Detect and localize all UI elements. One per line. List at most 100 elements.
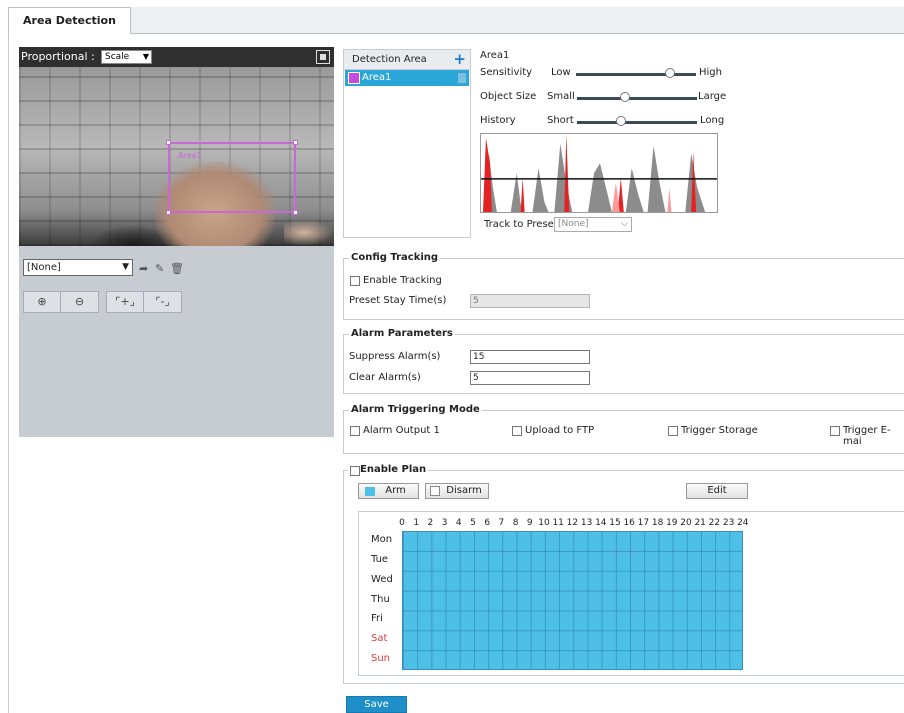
day-label: Thu bbox=[371, 593, 390, 605]
resize-handle[interactable] bbox=[293, 140, 298, 145]
hour-label: 2 bbox=[427, 518, 434, 528]
list-item[interactable]: Area1 bbox=[345, 70, 469, 86]
hour-label: 12 bbox=[566, 518, 579, 528]
area-color-swatch bbox=[348, 72, 360, 84]
hour-label: 18 bbox=[651, 518, 664, 528]
slider-high-label: Long bbox=[700, 115, 725, 126]
clear-alarm-label: Clear Alarm(s) bbox=[349, 372, 421, 383]
tab-area-detection[interactable]: Area Detection bbox=[8, 7, 131, 35]
clear-alarm-input[interactable]: 5 bbox=[470, 371, 590, 385]
hour-label: 17 bbox=[637, 518, 650, 528]
day-label: Wed bbox=[371, 573, 393, 585]
trigger-storage-checkbox[interactable] bbox=[668, 426, 678, 436]
hour-label: 15 bbox=[609, 518, 621, 528]
sensitivity-slider-row: Sensitivity Low High bbox=[480, 67, 740, 81]
day-label: Sat bbox=[371, 633, 388, 645]
arm-button[interactable]: Arm bbox=[358, 483, 419, 499]
hour-label: 3 bbox=[441, 518, 448, 528]
hour-label: 22 bbox=[708, 518, 721, 528]
day-label: Mon bbox=[371, 534, 393, 545]
trigger-email-checkbox[interactable] bbox=[830, 426, 840, 436]
goto-preset-icon[interactable]: ➦ bbox=[139, 262, 148, 275]
history-slider-knob[interactable] bbox=[616, 116, 627, 126]
preset-select[interactable]: [None] ▼ bbox=[23, 259, 133, 276]
scale-select[interactable]: Scale ▼ bbox=[101, 50, 152, 64]
hour-label: 14 bbox=[595, 518, 607, 528]
zoom-in-icon[interactable]: ⊕ bbox=[24, 292, 61, 312]
ptz-control-panel: [None] ▼ ➦ ✎ 🗑 ⊕ ⊖ ⌜+⌟ ⌜-⌟ bbox=[19, 246, 334, 437]
resize-handle[interactable] bbox=[166, 140, 171, 145]
slider-label: Object Size bbox=[480, 91, 537, 102]
slider-low-label: Small bbox=[547, 91, 575, 102]
zoom-group: ⊕ ⊖ bbox=[23, 291, 99, 313]
object-size-slider[interactable] bbox=[577, 97, 697, 100]
config-tracking-section: Config Tracking Enable Tracking Preset S… bbox=[343, 252, 904, 320]
schedule-grid-panel: 0 1 2 3 4 5 6 7 8 9 10 11 12 13 14 15 16 17 18 19 20 21 22 23 24… bbox=[358, 511, 904, 676]
hour-label: 4 bbox=[455, 518, 462, 528]
object-size-slider-knob[interactable] bbox=[620, 92, 630, 102]
disarm-button[interactable]: Disarm bbox=[425, 483, 489, 499]
slider-high-label: High bbox=[699, 67, 722, 78]
resize-handle[interactable] bbox=[293, 210, 298, 215]
hour-label: 20 bbox=[680, 518, 692, 528]
area-item-label: Area1 bbox=[362, 72, 392, 83]
proportional-label: Proportional : bbox=[21, 50, 95, 63]
area-settings: Area1 Sensitivity Low High Object Size S… bbox=[476, 49, 904, 238]
suppress-alarm-input[interactable]: 15 bbox=[470, 350, 590, 364]
chevron-down-icon: ⌵ bbox=[621, 219, 628, 229]
alarm-parameters-title: Alarm Parameters bbox=[349, 328, 455, 339]
track-to-preset-select[interactable]: [None] ⌵ bbox=[554, 217, 632, 232]
hour-label: 6 bbox=[484, 518, 491, 528]
hour-label: 7 bbox=[498, 518, 505, 528]
disarm-swatch bbox=[430, 486, 440, 496]
alarm-triggering-title: Alarm Triggering Mode bbox=[349, 404, 482, 415]
upload-ftp-checkbox[interactable] bbox=[512, 426, 522, 436]
add-area-icon[interactable]: + bbox=[453, 49, 466, 69]
track-to-preset-value: [None] bbox=[558, 219, 589, 229]
preset-select-value: [None] bbox=[27, 262, 61, 273]
image-hand-2 bbox=[284, 219, 334, 246]
delete-preset-icon[interactable]: 🗑 bbox=[170, 262, 184, 275]
suppress-alarm-label: Suppress Alarm(s) bbox=[349, 351, 441, 362]
preset-stay-time-input[interactable]: 5 bbox=[470, 294, 590, 308]
object-size-slider-row: Object Size Small Large bbox=[480, 91, 740, 105]
upload-ftp-label: Upload to FTP bbox=[525, 425, 595, 436]
enable-tracking-checkbox[interactable] bbox=[350, 276, 360, 286]
hour-label: 10 bbox=[538, 518, 550, 528]
resize-handle[interactable] bbox=[166, 210, 171, 215]
delete-area-icon[interactable] bbox=[458, 73, 466, 83]
detection-area-label: Area1 bbox=[178, 151, 202, 160]
trigger-email-label: Trigger E-mai bbox=[843, 425, 891, 447]
hour-label: 0 bbox=[399, 518, 405, 528]
scale-select-value: Scale bbox=[105, 52, 130, 62]
hour-label: 16 bbox=[623, 518, 635, 528]
save-button[interactable]: Save bbox=[346, 696, 407, 713]
sensitivity-slider-knob[interactable] bbox=[664, 68, 675, 78]
tab-bar: Area Detection bbox=[8, 7, 904, 35]
arm-label: Arm bbox=[385, 485, 406, 496]
history-slider[interactable] bbox=[577, 121, 697, 124]
slider-low-label: Low bbox=[551, 67, 571, 78]
focus-group: ⌜+⌟ ⌜-⌟ bbox=[106, 291, 182, 313]
hour-label: 9 bbox=[526, 518, 533, 528]
alarm-triggering-section: Alarm Triggering Mode Alarm Output 1 Upl… bbox=[343, 404, 904, 454]
hour-label: 19 bbox=[666, 518, 678, 528]
arm-swatch bbox=[365, 487, 375, 496]
enable-plan-checkbox[interactable] bbox=[350, 466, 360, 476]
alarm-output-label: Alarm Output 1 bbox=[363, 425, 440, 436]
alarm-parameters-section: Alarm Parameters Suppress Alarm(s) 15 Cl… bbox=[343, 328, 904, 394]
edit-schedule-button[interactable]: Edit bbox=[686, 483, 748, 499]
zoom-out-icon[interactable]: ⊖ bbox=[61, 292, 98, 312]
focus-far-icon[interactable]: ⌜-⌟ bbox=[144, 292, 181, 312]
hour-label: 11 bbox=[552, 518, 564, 528]
fullscreen-icon[interactable] bbox=[316, 50, 330, 64]
history-slider-row: History Short Long bbox=[480, 115, 740, 129]
focus-near-icon[interactable]: ⌜+⌟ bbox=[107, 292, 144, 312]
hour-label: 23 bbox=[722, 518, 735, 528]
alarm-output-checkbox[interactable] bbox=[350, 426, 360, 436]
chevron-down-icon: ▼ bbox=[142, 52, 149, 61]
sensitivity-slider[interactable] bbox=[576, 73, 696, 76]
trigger-storage-label: Trigger Storage bbox=[681, 425, 758, 436]
schedule-grid[interactable] bbox=[402, 531, 743, 670]
edit-preset-icon[interactable]: ✎ bbox=[155, 262, 164, 275]
